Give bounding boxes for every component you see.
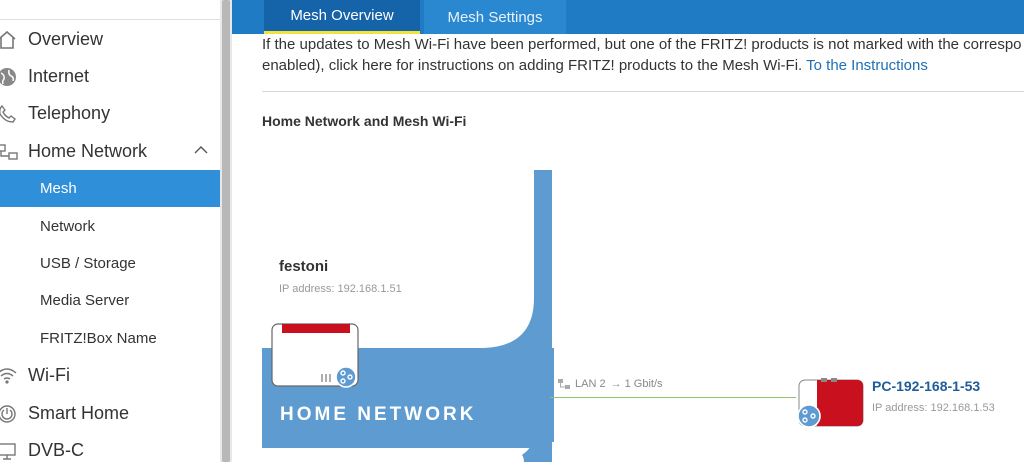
sidebar-subitem-network[interactable]: Network — [0, 208, 220, 245]
network-icon — [0, 141, 18, 163]
phone-icon — [0, 103, 18, 125]
home-icon — [0, 29, 18, 51]
instructions-link[interactable]: To the Instructions — [806, 57, 928, 74]
sidebar-item-internet[interactable]: Internet — [0, 58, 220, 95]
sidebar-item-label: Telephony — [28, 103, 111, 123]
client-name[interactable]: PC-192-168-1-53 — [872, 378, 980, 394]
sidebar-item-label: Wi-Fi — [28, 365, 70, 385]
sidebar-item-label: Smart Home — [28, 403, 130, 423]
chevron-up-icon[interactable] — [194, 143, 208, 157]
scrollbar-thumb[interactable] — [222, 0, 230, 462]
sidebar: Overview Internet Telephony Home Network… — [0, 0, 220, 462]
sidebar-subitem-label: Media Server — [40, 292, 130, 309]
power-icon — [0, 403, 18, 425]
sidebar-item-label: DVB-C — [28, 440, 85, 460]
sidebar-item-dvbc[interactable]: DVB-C — [0, 432, 220, 469]
sidebar-item-telephony[interactable]: Telephony — [0, 95, 220, 132]
fritzbox-router-icon[interactable] — [270, 322, 362, 392]
tab-bar: Mesh Overview Mesh Settings — [232, 0, 1024, 34]
client-device-icon[interactable] — [797, 376, 867, 434]
sidebar-subitem-label: Network — [40, 218, 96, 235]
lan-icon — [558, 379, 570, 389]
sidebar-item-label: Overview — [28, 29, 104, 49]
client-ip: IP address: 192.168.1.53 — [872, 402, 995, 414]
sidebar-item-overview[interactable]: Overview — [0, 21, 220, 58]
connection-speed: → 1 Gbit/s — [610, 378, 663, 390]
sidebar-item-wifi[interactable]: Wi-Fi — [0, 357, 220, 394]
sidebar-subitem-mesh[interactable]: Mesh — [0, 170, 220, 207]
tv-icon — [0, 440, 18, 462]
sidebar-subitem-media-server[interactable]: Media Server — [0, 282, 220, 319]
sidebar-item-home-network[interactable]: Home Network — [0, 133, 220, 170]
sidebar-item-label: Home Network — [28, 141, 148, 161]
intro-text: If the updates to Mesh Wi-Fi have been p… — [262, 34, 1024, 76]
sidebar-subitem-fritzbox-name[interactable]: FRITZ!Box Name — [0, 320, 220, 357]
device-name: festoni — [279, 258, 329, 275]
sidebar-subitem-usb-storage[interactable]: USB / Storage — [0, 245, 220, 282]
intro-line-1: If the updates to Mesh Wi-Fi have been p… — [262, 36, 1022, 53]
tab-mesh-overview[interactable]: Mesh Overview — [264, 0, 420, 34]
section-title: Home Network and Mesh Wi-Fi — [262, 113, 467, 129]
sidebar-item-smart-home[interactable]: Smart Home — [0, 395, 220, 432]
sidebar-top — [0, 0, 220, 20]
intro-line-2-text: enabled), click here for instructions on… — [262, 57, 803, 74]
connection-label: LAN 2 → 1 Gbit/s — [558, 378, 663, 390]
sidebar-item-label: Internet — [28, 66, 90, 86]
sidebar-subitem-label: USB / Storage — [40, 255, 136, 272]
divider — [262, 91, 1024, 92]
sidebar-subitem-label: Mesh — [40, 180, 77, 197]
connection-port: LAN 2 — [575, 378, 606, 390]
globe-icon — [0, 66, 18, 88]
wifi-icon — [0, 365, 18, 387]
tab-mesh-settings[interactable]: Mesh Settings — [424, 0, 566, 34]
device-ip: IP address: 192.168.1.51 — [279, 283, 402, 295]
sidebar-scrollbar[interactable] — [220, 0, 232, 462]
intro-line-2: enabled), click here for instructions on… — [262, 55, 1024, 76]
main-content: Mesh Overview Mesh Settings If the updat… — [232, 0, 1024, 462]
sidebar-subitem-label: FRITZ!Box Name — [40, 330, 157, 347]
home-network-title: HOME NETWORK — [280, 404, 477, 425]
connection-line — [550, 397, 796, 398]
